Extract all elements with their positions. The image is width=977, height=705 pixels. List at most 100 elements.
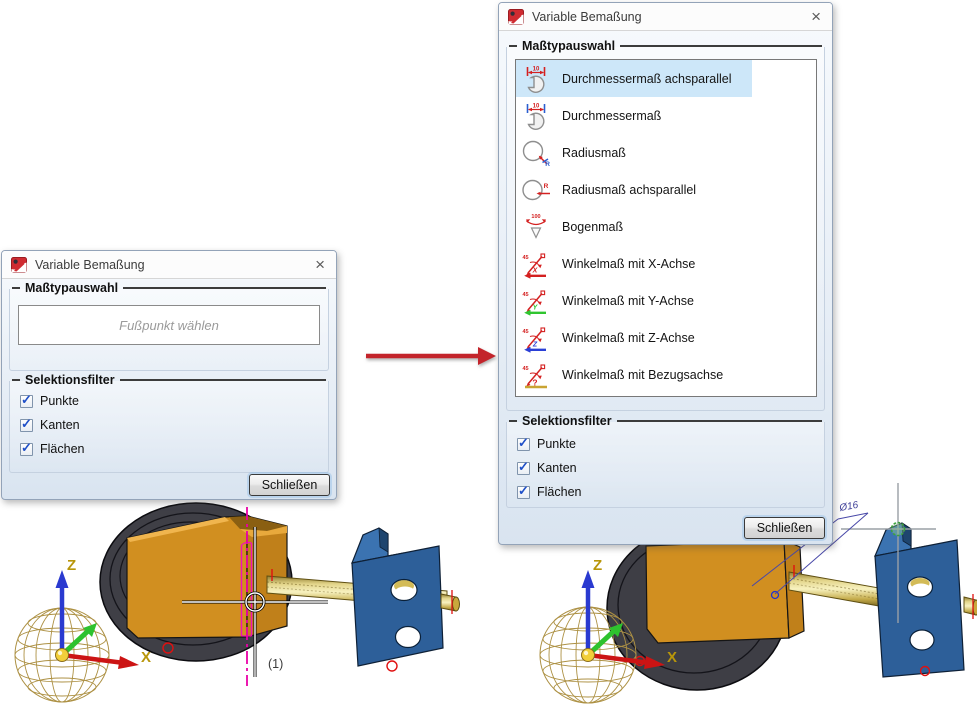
checkbox-flächen[interactable]: ✓ Flächen — [517, 480, 824, 504]
list-item-label: Winkelmaß mit X-Achse — [562, 256, 696, 271]
checkbox-label: Flächen — [537, 485, 582, 499]
group-masstypauswahl: Maßtypauswahl 10 Durchmessermaß achspara… — [506, 39, 825, 411]
checkbox-icon[interactable]: ✓ — [20, 416, 33, 432]
svg-text:100: 100 — [531, 214, 540, 220]
desktop: (1) Z X Ø16 Z X Variable Bemaßung × Maßt… — [0, 0, 977, 705]
dimension-value: Ø16 — [838, 500, 860, 514]
list-item[interactable]: 10 Durchmessermaß — [516, 97, 681, 134]
svg-text:45: 45 — [523, 366, 529, 372]
list-item-label: Bogenmaß — [562, 219, 624, 234]
app-icon — [508, 8, 524, 25]
list-item-label: Durchmessermaß achsparallel — [562, 71, 732, 86]
dialog-variable-bemassung-initial: Variable Bemaßung × Maßtypauswahl Fußpun… — [1, 250, 337, 500]
dialog-titlebar[interactable]: Variable Bemaßung × — [2, 251, 336, 279]
shaft-end[interactable] — [963, 594, 977, 619]
group-label: Selektionsfilter — [25, 373, 115, 387]
list-item-label: Winkelmaß mit Z-Achse — [562, 330, 695, 345]
svg-text:X: X — [532, 267, 539, 274]
list-item[interactable]: 10 Durchmessermaß achsparallel — [516, 60, 752, 97]
list-item-label: Radiusmaß achsparallel — [562, 182, 697, 197]
checkbox-list-right: ✓ Punkte ✓ Kanten ✓ Flächen — [507, 422, 824, 504]
list-item[interactable]: 45 Y Winkelmaß mit Y-Achse — [516, 282, 714, 319]
close-icon[interactable]: × — [313, 256, 327, 273]
group-label: Maßtypauswahl — [25, 281, 119, 295]
dialog-titlebar[interactable]: Variable Bemaßung × — [499, 3, 832, 31]
list-item-label: Winkelmaß mit Bezugsachse — [562, 367, 724, 382]
group-selektionsfilter: Selektionsfilter ✓ Punkte ✓ Kanten ✓ Flä… — [9, 373, 329, 473]
arc-icon: 100 — [521, 212, 551, 242]
list-item[interactable]: 100 Bogenmaß — [516, 208, 643, 245]
diameter-axisparallel-icon: 10 — [521, 64, 551, 94]
list-item[interactable]: R Radiusmaß achsparallel — [516, 171, 716, 208]
svg-text:R: R — [545, 161, 550, 168]
svg-text:45: 45 — [523, 255, 529, 261]
checkbox-label: Punkte — [40, 394, 79, 408]
angle-y-icon: 45 Y — [521, 286, 551, 316]
app-icon — [11, 256, 27, 273]
checkbox-flächen[interactable]: ✓ Flächen — [20, 437, 328, 461]
mount-bracket[interactable] — [351, 527, 444, 667]
snap-target-circle — [890, 521, 906, 537]
angle-z-icon: 45 Z — [521, 323, 551, 353]
schliessen-button[interactable]: Schließen — [744, 517, 825, 539]
checkbox-label: Kanten — [40, 418, 80, 432]
checkbox-icon[interactable]: ✓ — [20, 440, 33, 456]
dialog-variable-bemassung-expanded: Variable Bemaßung × Maßtypauswahl 10 Dur… — [498, 2, 833, 545]
mount-bracket[interactable] — [874, 522, 965, 678]
z-axis-label: Z — [67, 557, 76, 574]
checkbox-punkte[interactable]: ✓ Punkte — [20, 389, 328, 413]
footpoint-picker-field[interactable]: Fußpunkt wählen — [18, 305, 320, 345]
svg-text:10: 10 — [533, 66, 540, 72]
x-axis-label: X — [667, 649, 677, 666]
svg-text:45: 45 — [523, 329, 529, 335]
list-item-label: Winkelmaß mit Y-Achse — [562, 293, 694, 308]
checkbox-punkte[interactable]: ✓ Punkte — [517, 432, 824, 456]
checkbox-icon[interactable]: ✓ — [517, 459, 530, 475]
list-item[interactable]: 45? Winkelmaß mit Bezugsachse — [516, 356, 743, 393]
svg-text:Y: Y — [533, 304, 539, 311]
dimension-type-list[interactable]: 10 Durchmessermaß achsparallel 10 Durchm… — [515, 59, 817, 397]
checkbox-icon[interactable]: ✓ — [20, 392, 33, 408]
list-item[interactable]: R Radiusmaß — [516, 134, 646, 171]
svg-text:?: ? — [532, 377, 537, 387]
fork-bracket[interactable] — [126, 515, 288, 639]
checkbox-label: Flächen — [40, 442, 85, 456]
svg-text:R: R — [544, 183, 549, 190]
diameter-icon: 10 — [521, 101, 551, 131]
radius-icon: R — [521, 138, 551, 168]
dialog-title: Variable Bemaßung — [532, 9, 642, 24]
point-marker — [386, 660, 398, 672]
checkbox-list-left: ✓ Punkte ✓ Kanten ✓ Flächen — [10, 381, 328, 461]
dialog-title: Variable Bemaßung — [35, 257, 145, 272]
checkbox-kanten[interactable]: ✓ Kanten — [517, 456, 824, 480]
group-label: Maßtypauswahl — [522, 39, 616, 53]
svg-text:Z: Z — [532, 341, 538, 348]
3d-view-left[interactable]: (1) Z X — [0, 490, 480, 705]
list-item-label: Durchmessermaß — [562, 108, 662, 123]
close-icon[interactable]: × — [809, 8, 823, 25]
angle-x-icon: 45 X — [521, 249, 551, 279]
checkbox-label: Punkte — [537, 437, 576, 451]
group-selektionsfilter: Selektionsfilter ✓ Punkte ✓ Kanten ✓ Flä… — [506, 414, 825, 508]
list-item-label: Radiusmaß — [562, 145, 626, 160]
list-item[interactable]: 45 X Winkelmaß mit X-Achse — [516, 245, 715, 282]
group-label: Selektionsfilter — [522, 414, 612, 428]
radius-axisparallel-icon: R — [521, 175, 551, 205]
schliessen-button[interactable]: Schließen — [249, 474, 330, 496]
checkbox-icon[interactable]: ✓ — [517, 483, 530, 499]
x-axis-label: X — [141, 649, 151, 666]
selection-annotation: (1) — [268, 657, 283, 671]
svg-text:45: 45 — [523, 292, 529, 298]
dialog-body: Maßtypauswahl Fußpunkt wählen Selektions… — [2, 279, 336, 500]
list-item[interactable]: 45 Z Winkelmaß mit Z-Achse — [516, 319, 715, 356]
checkbox-label: Kanten — [537, 461, 577, 475]
transition-arrow — [366, 347, 496, 365]
dialog-body: Maßtypauswahl 10 Durchmessermaß achspara… — [499, 31, 832, 545]
checkbox-icon[interactable]: ✓ — [517, 435, 530, 451]
svg-text:10: 10 — [533, 103, 540, 109]
checkbox-kanten[interactable]: ✓ Kanten — [20, 413, 328, 437]
x-axis-arrow — [61, 652, 125, 666]
origin-ball — [55, 648, 69, 662]
origin-ball — [581, 648, 595, 662]
fork-bracket[interactable] — [645, 539, 805, 644]
